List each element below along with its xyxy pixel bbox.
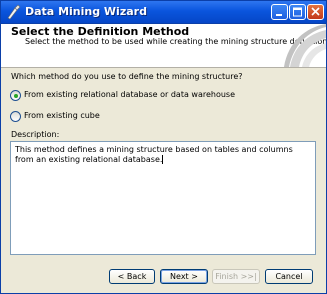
radio-relational-database[interactable]	[10, 90, 21, 101]
description-box: This method defines a mining structure b…	[10, 141, 316, 255]
title-bar[interactable]: Data Mining Wizard	[1, 1, 326, 24]
window-title: Data Mining Wizard	[25, 5, 147, 18]
close-button[interactable]	[307, 4, 324, 20]
text-caret	[162, 155, 164, 164]
close-icon	[311, 7, 320, 16]
next-button[interactable]: Next >	[160, 269, 208, 284]
cancel-button[interactable]: Cancel	[265, 269, 313, 284]
maximize-icon	[293, 7, 302, 17]
minimize-button[interactable]	[271, 4, 288, 20]
back-button[interactable]: < Back	[109, 269, 155, 284]
description-text: This method defines a mining structure b…	[15, 145, 293, 164]
radio-existing-cube[interactable]	[10, 111, 21, 122]
option-relational-database-label[interactable]: From existing relational database or dat…	[24, 90, 235, 99]
finish-button[interactable]: Finish >>|	[212, 269, 260, 284]
option-existing-cube-label[interactable]: From existing cube	[24, 111, 100, 120]
wizard-header-art	[284, 24, 326, 67]
radio-selected-dot	[13, 93, 18, 98]
description-label: Description:	[11, 130, 60, 139]
method-question: Which method do you use to define the mi…	[11, 72, 243, 81]
wizard-icon	[7, 4, 21, 20]
wizard-header: Select the Definition Method Select the …	[1, 24, 326, 68]
minimize-icon	[276, 14, 282, 16]
maximize-button[interactable]	[289, 4, 306, 20]
wizard-window: Data Mining Wizard Select the Definition…	[0, 0, 327, 294]
